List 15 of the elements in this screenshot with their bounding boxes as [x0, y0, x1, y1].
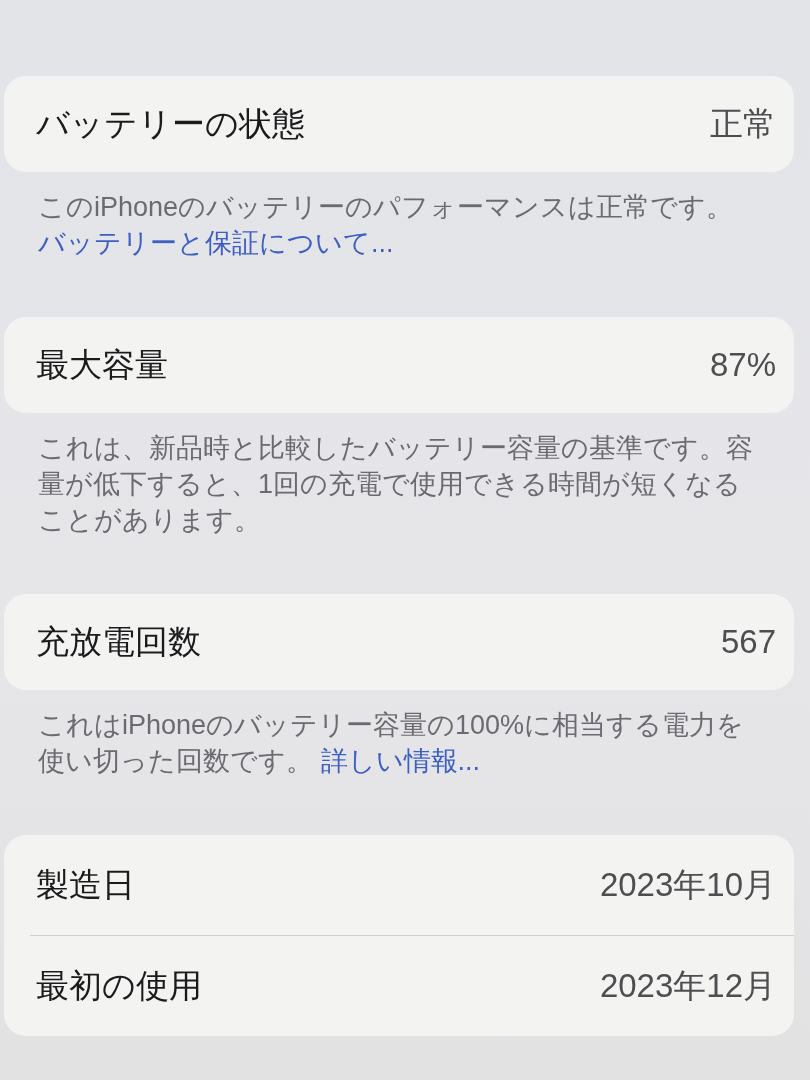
- row-value: 567: [720, 623, 776, 661]
- row-label: 充放電回数: [36, 621, 201, 662]
- row-value: 2023年12月: [599, 965, 776, 1006]
- footer-text: このiPhoneのバッテリーのパフォーマンスは正常です。 バッテリーと保証について...: [37, 191, 735, 260]
- info-link[interactable]: 詳しい情報...: [320, 746, 481, 776]
- info-link[interactable]: バッテリーと保証について...: [38, 228, 394, 258]
- row-label: 最大容量: [36, 344, 168, 385]
- row-value: 正常: [710, 103, 776, 144]
- footer-text: これは、新品時と比較したバッテリー容量の基準です。容量が低下すると、1回の充電で使用できる時間が短くなることがあります。: [37, 432, 754, 537]
- row-label: バッテリーの状態: [36, 103, 305, 144]
- footer-text: これはiPhoneのバッテリー容量の100%に相当する電力を使い切った回数です。 詳しい情報...: [37, 709, 746, 778]
- row-label: 製造日: [36, 864, 135, 905]
- row-value: 2023年10月: [599, 864, 776, 905]
- row-label: 最初の使用: [36, 965, 202, 1006]
- row-value: 87%: [709, 346, 776, 384]
